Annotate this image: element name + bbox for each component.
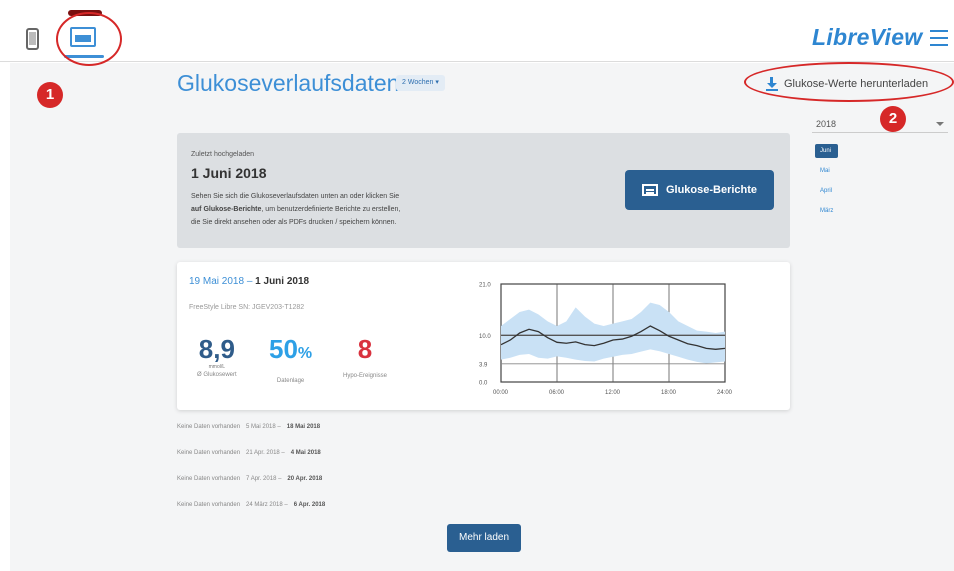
no-data-text: Keine Daten vorhanden <box>177 476 241 482</box>
y-tick-label: 0.0 <box>479 381 488 387</box>
chevron-down-icon <box>936 122 944 126</box>
month-item-mai[interactable]: Mai <box>815 164 838 184</box>
annotation-circle-2 <box>744 62 954 102</box>
x-tick-label: 06:00 <box>549 390 565 396</box>
phone-view-icon[interactable] <box>26 28 39 50</box>
data-coverage-percent: % <box>297 345 313 362</box>
data-coverage-value-wrap: 50% <box>269 334 312 369</box>
x-tick-label: 12:00 <box>605 390 621 396</box>
month-list: Juni Mai April März <box>815 144 839 224</box>
glucose-reports-button[interactable]: Glukose-Berichte <box>625 170 774 210</box>
data-coverage-value: 50 <box>269 334 298 364</box>
history-row[interactable]: Keine Daten vorhanden 24 März 2018 – 6 Apr… <box>177 498 325 524</box>
x-tick-label: 18:00 <box>661 390 677 396</box>
range-separator: – <box>244 276 256 287</box>
x-tick-label: 00:00 <box>493 390 509 396</box>
no-data-text: Keine Daten vorhanden <box>177 502 241 508</box>
chevron-down-icon: ▾ <box>435 79 439 86</box>
history-range-start: 21 Apr. 2018 – <box>246 450 285 456</box>
hamburger-menu-icon[interactable] <box>930 30 948 46</box>
history-range-end: 4 Mai 2018 <box>290 450 321 456</box>
y-tick-label: 3.9 <box>479 362 488 368</box>
annotation-circle-1 <box>56 12 122 66</box>
x-tick-label: 24:00 <box>717 390 733 396</box>
history-row[interactable]: Keine Daten vorhanden 7 Apr. 2018 – 20 Apr… <box>177 472 325 498</box>
data-coverage-label: Datenlage <box>276 378 305 384</box>
average-glucose-metric: 8,9 mmol/L Ø Glukosewert <box>197 334 237 378</box>
load-more-button[interactable]: Mehr laden <box>447 524 521 552</box>
range-dropdown-label: 2 Wochen <box>402 79 434 86</box>
last-upload-card: Zuletzt hochgeladen 1 Juni 2018 Sehen Si… <box>177 133 790 248</box>
month-item-april[interactable]: April <box>815 184 838 204</box>
history-range-start: 24 März 2018 – <box>246 502 288 508</box>
hypo-events-value: 8 <box>357 334 373 364</box>
upload-desc-line-1: Sehen Sie sich die Glukoseverlaufsdaten … <box>191 193 400 200</box>
data-coverage-metric: 50% Datenlage <box>269 334 312 384</box>
upload-date: 1 Juni 2018 <box>191 165 267 181</box>
y-tick-label: 10.0 <box>479 334 491 340</box>
average-glucose-label: Ø Glukosewert <box>197 372 237 378</box>
history-range-end: 6 Apr. 2018 <box>293 502 326 508</box>
annotation-badge-2: 2 <box>880 106 906 132</box>
month-item-juni[interactable]: Juni <box>815 144 839 158</box>
device-name: FreeStyle Libre SN: JGEV203-T1282 <box>189 304 305 311</box>
range-end: 1 Juni 2018 <box>255 276 310 287</box>
history-range-end: 20 Apr. 2018 <box>287 476 323 482</box>
upload-description: Sehen Sie sich die Glukoseverlaufsdaten … <box>191 190 496 229</box>
average-glucose-value: 8,9 <box>198 334 235 364</box>
range-start: 19 Mai 2018 <box>189 276 245 287</box>
hypo-events-metric: 8 Hypo-Ereignisse <box>343 334 387 379</box>
annotation-badge-1: 1 <box>37 82 63 108</box>
history-range-end: 18 Mai 2018 <box>286 424 321 430</box>
upload-desc-line-3: die Sie direkt ansehen oder als PDFs dru… <box>191 219 397 226</box>
history-list: Keine Daten vorhanden 5 Mai 2018 – 18 Mai … <box>177 420 325 524</box>
glucose-reports-label: Glukose-Berichte <box>665 184 758 196</box>
upload-label: Zuletzt hochgeladen <box>191 151 255 158</box>
history-range-start: 5 Mai 2018 – <box>246 424 281 430</box>
hypo-events-label: Hypo-Ereignisse <box>343 373 388 379</box>
summary-date-range: 19 Mai 2018 – 1 Juni 2018 <box>189 276 309 287</box>
history-range-start: 7 Apr. 2018 – <box>246 476 282 482</box>
y-tick-label: 21.0 <box>479 283 491 289</box>
page-title: Glukoseverlaufsdaten <box>177 70 400 96</box>
top-bar: LibreView <box>0 0 954 62</box>
history-row[interactable]: Keine Daten vorhanden 5 Mai 2018 – 18 Mai … <box>177 420 325 446</box>
upload-desc-bold: auf Glukose-Berichte <box>191 206 262 213</box>
average-glucose-unit: mmol/L <box>208 364 226 370</box>
history-row[interactable]: Keine Daten vorhanden 21 Apr. 2018 – 4 Mai… <box>177 446 325 472</box>
libreview-logo[interactable]: LibreView <box>812 24 923 51</box>
no-data-text: Keine Daten vorhanden <box>177 424 241 430</box>
range-dropdown[interactable]: 2 Wochen ▾ <box>396 75 445 91</box>
upload-desc-line-2: , um benutzerdefinierte Berichte zu erst… <box>261 206 401 213</box>
month-item-maerz[interactable]: März <box>815 204 838 224</box>
glucose-summary-card[interactable]: 19 Mai 2018 – 1 Juni 2018 FreeStyle Libr… <box>177 262 790 410</box>
report-icon <box>641 184 658 196</box>
no-data-text: Keine Daten vorhanden <box>177 450 241 456</box>
year-label: 2018 <box>816 119 837 129</box>
glucose-profile-chart: 21.0 10.0 3.9 0.0 00:00 06:00 12:00 18:00 24:00 <box>479 283 733 397</box>
